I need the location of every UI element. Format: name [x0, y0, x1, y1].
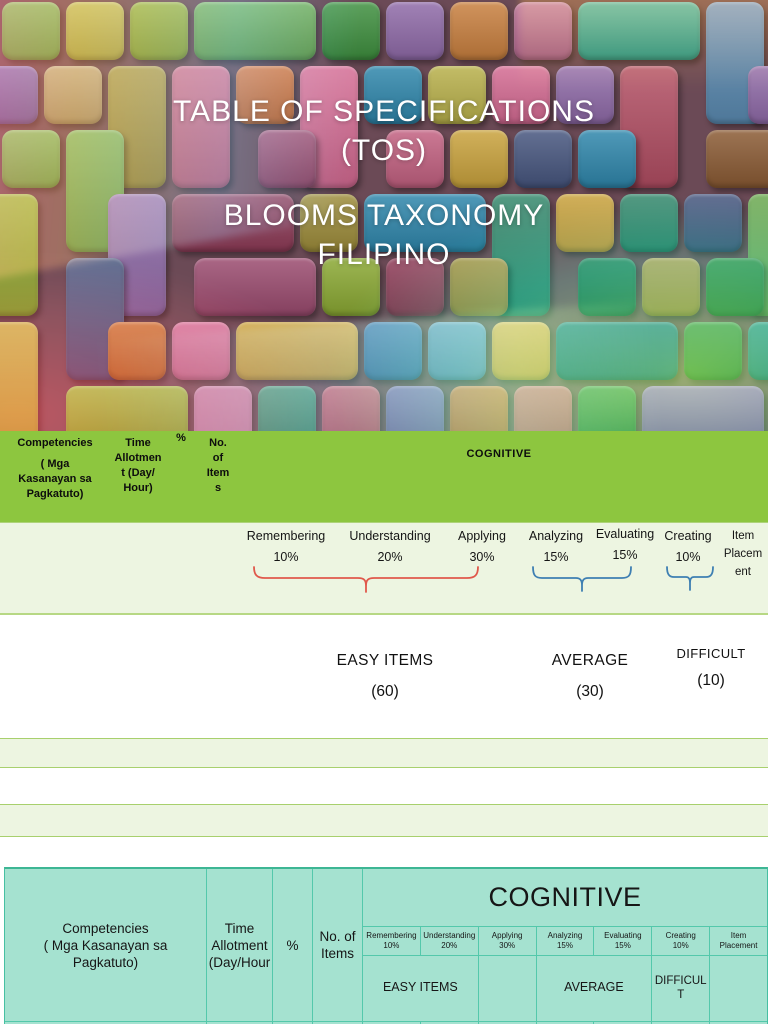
mosaic-tile	[2, 2, 60, 60]
mosaic-tile	[108, 322, 166, 380]
percent-cell: %	[273, 869, 312, 1021]
no-of-items-cell: No. of Items	[313, 869, 362, 1021]
time-allotment-header: Time Allotmen t (Day/ Hour)	[114, 437, 162, 494]
subheader-percent: 20%	[441, 941, 458, 950]
average-group: AVERAGE (30)	[520, 652, 660, 701]
empty-cell	[478, 956, 536, 1021]
competencies-title: Competencies	[17, 437, 93, 449]
mosaic-tile	[236, 322, 358, 380]
mosaic-tile	[66, 2, 124, 60]
subheader-creating: Creating 10%	[652, 927, 710, 955]
top-table-header: Competencies ( Mga Kasanayan sa Pagkatut…	[0, 431, 768, 522]
empty-row-stripe	[0, 804, 768, 837]
mosaic-tile	[556, 322, 678, 380]
difficult-count: (10)	[697, 672, 725, 689]
subheader-evaluating: Evaluating 15%	[594, 927, 652, 955]
difficult-group: DIFFICULT (10)	[651, 646, 768, 690]
subheader-understanding: Understanding 20%	[420, 927, 478, 955]
average-label: AVERAGE	[551, 652, 629, 669]
subheader-applying: Applying 30%	[478, 927, 536, 955]
competencies-subtitle: ( Mga Kasanayan sa Pagkatuto)	[18, 458, 92, 500]
item-placement-header: Item Placem ent	[723, 530, 763, 578]
empty-cell	[710, 956, 767, 1021]
slide-subtitle-line1: BLOOMS TAXONOMY	[223, 199, 545, 232]
subheader-name: Applying	[491, 931, 523, 940]
easy-items-group: EASY ITEMS (60)	[285, 652, 485, 701]
cognitive-cell: COGNITIVE	[363, 869, 767, 926]
mosaic-tile	[258, 386, 316, 431]
subheader-percent: 15%	[556, 941, 573, 950]
mosaic-tile	[492, 322, 550, 380]
competencies-header: Competencies ( Mga Kasanayan sa Pagkatut…	[4, 436, 106, 502]
slide-title-line2: (TOS)	[340, 134, 428, 167]
mosaic-tile	[322, 2, 380, 60]
level-percent: 10%	[273, 550, 299, 564]
subheader-analyzing: Analyzing 15%	[536, 927, 594, 955]
mosaic-tile	[364, 322, 422, 380]
easy-items-count: (60)	[371, 683, 399, 700]
easy-items-label: EASY ITEMS	[336, 652, 434, 669]
mosaic-tile	[194, 386, 252, 431]
average-cell: AVERAGE	[536, 956, 652, 1021]
empty-row-stripe	[0, 738, 768, 768]
document-page: TABLE OF SPECIFICATIONS (TOS) BLOOMS TAX…	[0, 0, 768, 1024]
subheader-item-placement: Item Placement	[710, 927, 767, 955]
level-name: Remembering	[246, 529, 326, 543]
subheader-name: Understanding	[423, 931, 476, 940]
mosaic-tile	[194, 2, 316, 60]
mosaic-tile	[514, 2, 572, 60]
subheader-name: Remembering	[366, 931, 417, 940]
subheader-name: Creating	[665, 931, 696, 940]
title-slide: TABLE OF SPECIFICATIONS (TOS) BLOOMS TAX…	[0, 0, 768, 431]
mosaic-tile	[642, 386, 764, 431]
difficult-cell: DIFFICUL T	[652, 956, 710, 1021]
mosaic-tile	[172, 322, 230, 380]
mosaic-tile	[514, 386, 572, 431]
mosaic-tile	[684, 322, 742, 380]
mosaic-tile	[450, 386, 508, 431]
no-of-items-header: No. of Item s	[206, 437, 230, 494]
level-remembering: Remembering 10%	[231, 529, 341, 564]
subheader-percent: 10%	[383, 941, 400, 950]
subheader-percent: 10%	[672, 941, 689, 950]
mosaic-tile	[578, 386, 636, 431]
mosaic-tile	[322, 386, 380, 431]
mosaic-tile	[0, 322, 38, 431]
slide-title-block: TABLE OF SPECIFICATIONS (TOS) BLOOMS TAX…	[0, 92, 768, 274]
average-group-brace	[532, 566, 632, 592]
subheader-percent: 30%	[499, 941, 516, 950]
mosaic-tile	[386, 2, 444, 60]
bottom-specifications-table: Competencies ( Mga Kasanayan sa Pagkatut…	[4, 867, 768, 1024]
mosaic-tile	[66, 386, 188, 431]
mosaic-tile	[386, 386, 444, 431]
time-allotment-cell: Time Allotment (Day/Hour	[207, 869, 272, 1021]
average-count: (30)	[576, 683, 604, 700]
mosaic-tile	[428, 322, 486, 380]
title-spacer	[0, 170, 768, 196]
percent-header: %	[176, 432, 186, 444]
difficulty-totals-band: EASY ITEMS (60) AVERAGE (30) DIFFICULT (…	[0, 615, 768, 738]
mosaic-tile	[748, 322, 768, 380]
easy-items-cell: EASY ITEMS	[363, 956, 478, 1021]
easy-group-brace	[253, 566, 479, 593]
competencies-cell: Competencies ( Mga Kasanayan sa Pagkatut…	[5, 869, 206, 1021]
mosaic-tile	[130, 2, 188, 60]
subheader-percent: 15%	[614, 941, 631, 950]
cognitive-header: COGNITIVE	[466, 448, 532, 460]
subheader-remembering: Remembering 10%	[363, 927, 420, 955]
mosaic-tile	[578, 2, 700, 60]
slide-subtitle-line2: FILIPINO	[317, 238, 451, 271]
difficult-label: DIFFICULT	[676, 646, 746, 661]
subheader-name: Analyzing	[547, 931, 583, 940]
difficult-group-brace	[666, 566, 714, 591]
mosaic-tile	[450, 2, 508, 60]
slide-title-line1: TABLE OF SPECIFICATIONS	[173, 95, 595, 128]
subheader-name: Evaluating	[604, 931, 642, 940]
